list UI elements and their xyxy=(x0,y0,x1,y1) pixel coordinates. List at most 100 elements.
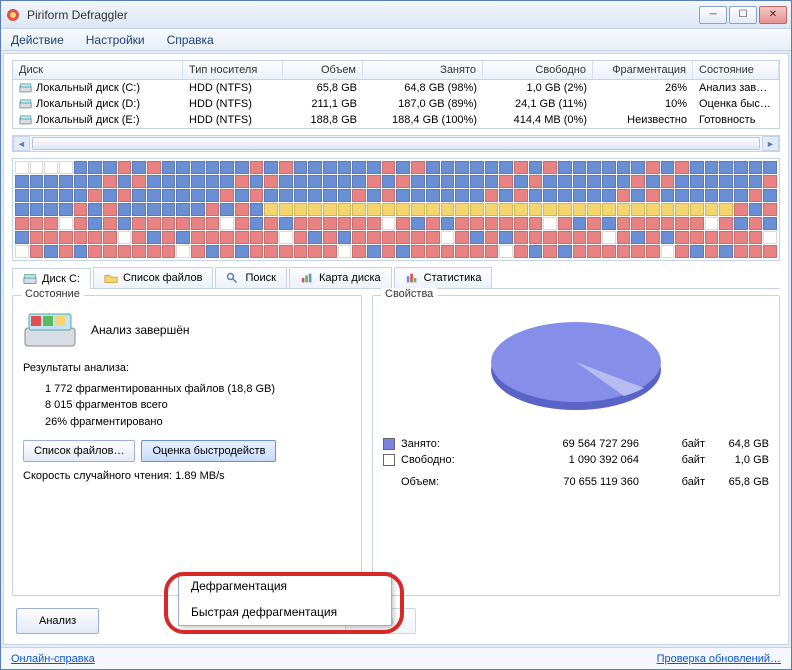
map-block[interactable] xyxy=(162,175,176,188)
map-block[interactable] xyxy=(396,231,410,244)
map-block[interactable] xyxy=(235,189,249,202)
map-block[interactable] xyxy=(15,161,29,174)
map-block[interactable] xyxy=(646,245,660,258)
map-block[interactable] xyxy=(88,231,102,244)
map-block[interactable] xyxy=(308,231,322,244)
map-block[interactable] xyxy=(749,161,763,174)
map-block[interactable] xyxy=(573,161,587,174)
map-block[interactable] xyxy=(514,189,528,202)
map-block[interactable] xyxy=(426,231,440,244)
map-block[interactable] xyxy=(646,161,660,174)
map-block[interactable] xyxy=(441,203,455,216)
map-block[interactable] xyxy=(118,217,132,230)
map-block[interactable] xyxy=(352,245,366,258)
map-block[interactable] xyxy=(191,203,205,216)
map-block[interactable] xyxy=(514,161,528,174)
map-block[interactable] xyxy=(543,161,557,174)
map-block[interactable] xyxy=(617,217,631,230)
map-block[interactable] xyxy=(74,161,88,174)
map-block[interactable] xyxy=(59,189,73,202)
map-block[interactable] xyxy=(44,217,58,230)
map-block[interactable] xyxy=(88,203,102,216)
map-block[interactable] xyxy=(30,189,44,202)
map-block[interactable] xyxy=(191,231,205,244)
map-block[interactable] xyxy=(191,189,205,202)
map-block[interactable] xyxy=(308,217,322,230)
map-block[interactable] xyxy=(338,245,352,258)
map-block[interactable] xyxy=(294,217,308,230)
map-block[interactable] xyxy=(338,217,352,230)
map-block[interactable] xyxy=(279,189,293,202)
map-block[interactable] xyxy=(118,175,132,188)
map-block[interactable] xyxy=(15,189,29,202)
map-block[interactable] xyxy=(543,203,557,216)
tab-search[interactable]: Поиск xyxy=(215,267,286,288)
map-block[interactable] xyxy=(191,161,205,174)
map-block[interactable] xyxy=(264,175,278,188)
map-block[interactable] xyxy=(15,217,29,230)
map-block[interactable] xyxy=(675,203,689,216)
drive-map[interactable] xyxy=(12,158,780,261)
map-block[interactable] xyxy=(705,231,719,244)
map-block[interactable] xyxy=(617,231,631,244)
map-block[interactable] xyxy=(587,161,601,174)
map-block[interactable] xyxy=(323,245,337,258)
map-block[interactable] xyxy=(441,231,455,244)
map-block[interactable] xyxy=(455,203,469,216)
map-block[interactable] xyxy=(220,175,234,188)
map-block[interactable] xyxy=(763,217,777,230)
map-block[interactable] xyxy=(602,245,616,258)
map-block[interactable] xyxy=(235,217,249,230)
map-block[interactable] xyxy=(734,245,748,258)
map-block[interactable] xyxy=(705,245,719,258)
map-block[interactable] xyxy=(705,203,719,216)
map-block[interactable] xyxy=(573,231,587,244)
map-block[interactable] xyxy=(250,203,264,216)
map-block[interactable] xyxy=(279,175,293,188)
map-block[interactable] xyxy=(558,189,572,202)
map-block[interactable] xyxy=(162,231,176,244)
map-block[interactable] xyxy=(558,203,572,216)
map-block[interactable] xyxy=(162,203,176,216)
map-block[interactable] xyxy=(162,245,176,258)
map-block[interactable] xyxy=(661,231,675,244)
map-block[interactable] xyxy=(132,231,146,244)
map-block[interactable] xyxy=(661,175,675,188)
map-block[interactable] xyxy=(631,203,645,216)
map-block[interactable] xyxy=(719,175,733,188)
map-block[interactable] xyxy=(617,189,631,202)
map-block[interactable] xyxy=(734,189,748,202)
map-block[interactable] xyxy=(88,161,102,174)
map-block[interactable] xyxy=(543,175,557,188)
scroll-right-icon[interactable]: ► xyxy=(762,136,779,151)
map-block[interactable] xyxy=(15,203,29,216)
map-block[interactable] xyxy=(485,217,499,230)
map-block[interactable] xyxy=(132,245,146,258)
map-block[interactable] xyxy=(176,245,190,258)
map-block[interactable] xyxy=(88,245,102,258)
col-frag[interactable]: Фрагментация xyxy=(593,61,693,79)
map-block[interactable] xyxy=(396,189,410,202)
map-block[interactable] xyxy=(118,203,132,216)
map-block[interactable] xyxy=(74,217,88,230)
map-block[interactable] xyxy=(147,231,161,244)
map-block[interactable] xyxy=(763,231,777,244)
scroll-left-icon[interactable]: ◄ xyxy=(13,136,30,151)
map-block[interactable] xyxy=(323,175,337,188)
map-block[interactable] xyxy=(323,203,337,216)
map-block[interactable] xyxy=(426,245,440,258)
map-block[interactable] xyxy=(763,161,777,174)
map-block[interactable] xyxy=(118,189,132,202)
map-block[interactable] xyxy=(690,245,704,258)
map-block[interactable] xyxy=(529,189,543,202)
map-block[interactable] xyxy=(30,175,44,188)
tab-stats[interactable]: Статистика xyxy=(394,267,493,288)
map-block[interactable] xyxy=(396,175,410,188)
map-block[interactable] xyxy=(573,203,587,216)
map-block[interactable] xyxy=(763,203,777,216)
map-block[interactable] xyxy=(162,189,176,202)
col-free[interactable]: Свободно xyxy=(483,61,593,79)
map-block[interactable] xyxy=(499,203,513,216)
map-block[interactable] xyxy=(675,217,689,230)
map-block[interactable] xyxy=(44,245,58,258)
